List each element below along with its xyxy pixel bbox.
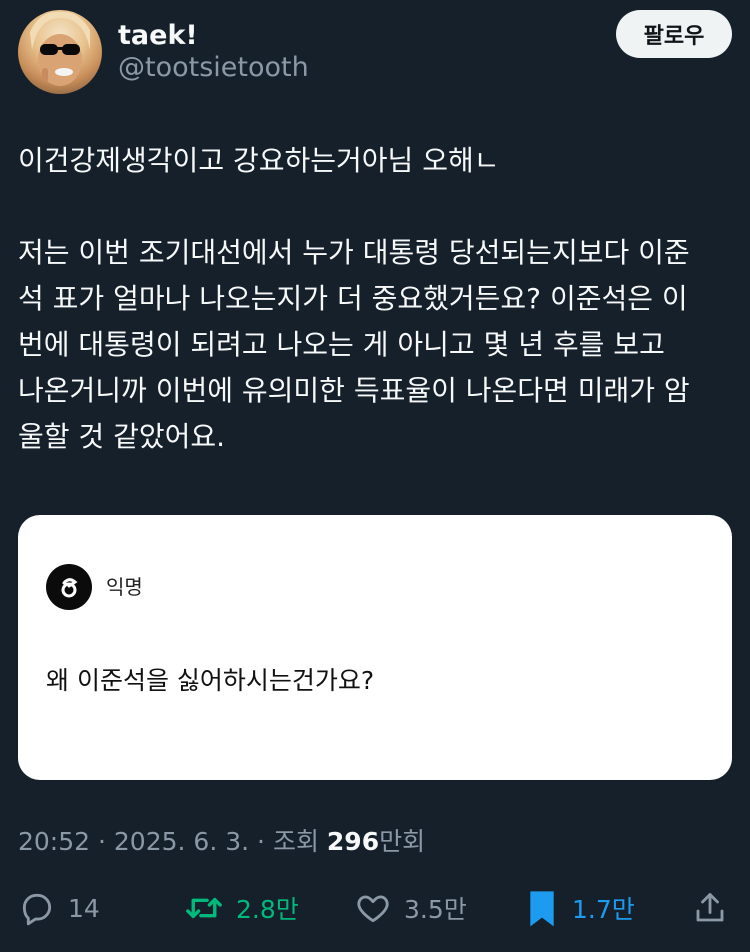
like-icon (354, 889, 392, 927)
avatar[interactable] (18, 10, 102, 94)
share-icon (692, 889, 728, 927)
author-handle[interactable]: @tootsietooth (118, 52, 309, 83)
reply-icon (18, 889, 56, 927)
bookmark-button[interactable]: 1.7만 (524, 884, 635, 932)
tweet-meta: 20:52 · 2025. 6. 3. · 조회 296만회 (18, 827, 426, 856)
tweet-line: 번에 대통령이 되려고 나오는 게 아니고 몇 년 후를 보고 (18, 328, 665, 361)
views-suffix: 만회 (379, 827, 426, 856)
share-button[interactable] (692, 884, 728, 932)
tweet-date[interactable]: 2025. 6. 3. (114, 827, 249, 856)
action-bar: 14 2.8만 3.5만 1.7만 (18, 884, 732, 932)
like-count: 3.5만 (404, 895, 467, 924)
anonymous-label: 익명 (106, 575, 143, 599)
follow-button[interactable]: 팔로우 (616, 10, 732, 58)
bookmark-icon (524, 888, 560, 928)
tweet-line: 울할 것 같았어요. (18, 420, 226, 453)
author-name[interactable]: taek! (118, 20, 198, 51)
tweet-line: 나온거니까 이번에 유의미한 득표율이 나온다면 미래가 암 (18, 374, 690, 407)
retweet-button[interactable]: 2.8만 (184, 884, 299, 932)
media-card[interactable]: 익명 왜 이준석을 싫어하시는건가요? (18, 515, 732, 780)
views-prefix: 조회 (272, 827, 319, 856)
like-button[interactable]: 3.5만 (354, 884, 467, 932)
bookmark-count: 1.7만 (572, 895, 635, 924)
tweet-header: taek! @tootsietooth 팔로우 (18, 10, 732, 94)
question-text: 왜 이준석을 싫어하시는건가요? (46, 666, 375, 695)
anonymous-logo-icon (46, 564, 92, 610)
views-count: 296 (326, 827, 380, 856)
retweet-count: 2.8만 (236, 895, 299, 924)
tweet-line: 이건강제생각이고 강요하는거아님 오해ㄴ (18, 144, 500, 177)
reply-button[interactable]: 14 (18, 884, 100, 932)
retweet-icon (184, 889, 224, 927)
tweet-line: 석 표가 얼마나 나오는지가 더 중요했거든요? 이준석은 이 (18, 282, 688, 315)
tweet-time[interactable]: 20:52 (18, 827, 90, 856)
tweet-body: 이건강제생각이고 강요하는거아님 오해ㄴ 저는 이번 조기대선에서 누가 대통령… (18, 138, 734, 460)
tweet-line: 저는 이번 조기대선에서 누가 대통령 당선되는지보다 이준 (18, 236, 690, 269)
reply-count: 14 (68, 893, 100, 923)
